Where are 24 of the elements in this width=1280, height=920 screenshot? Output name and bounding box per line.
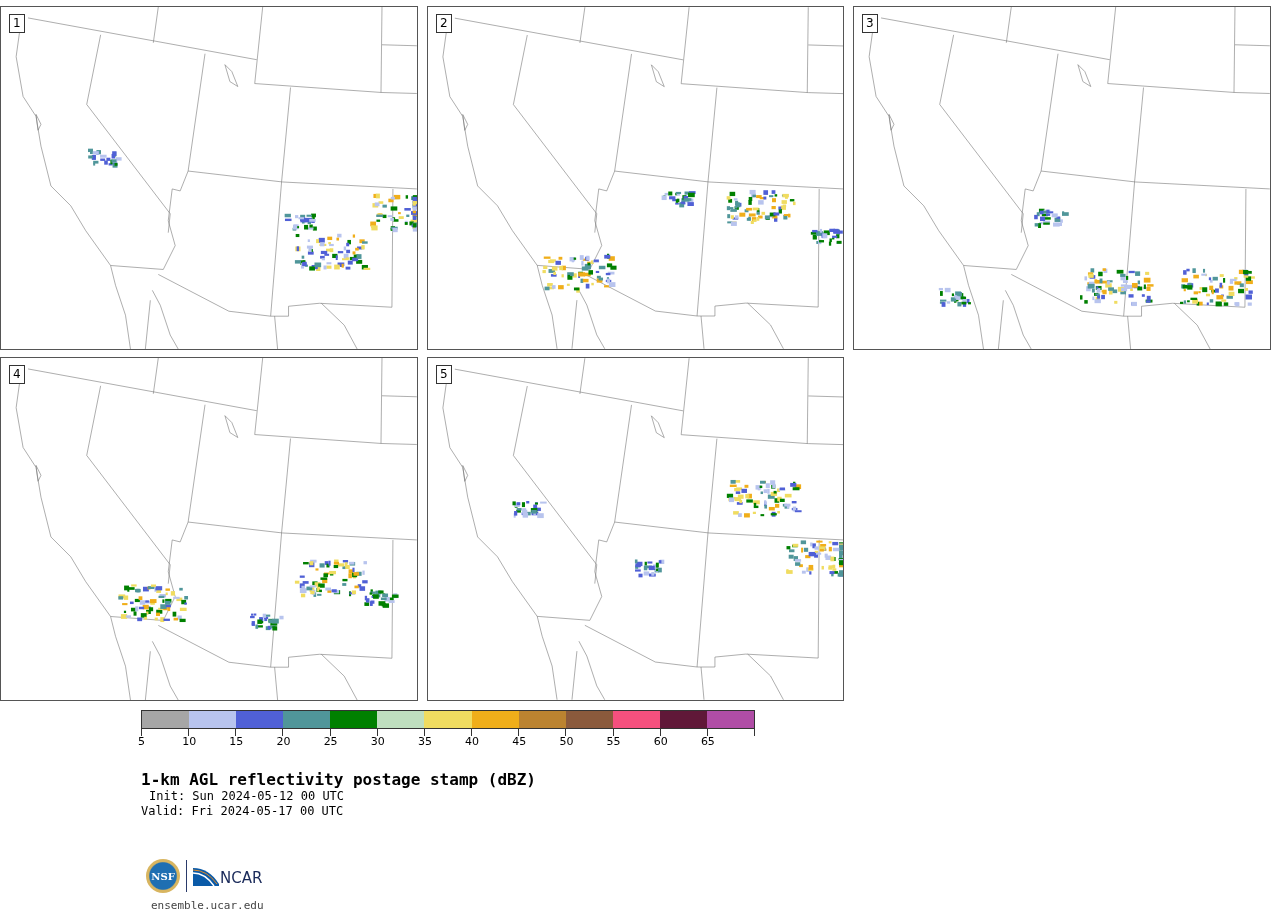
tick-label: 50 — [559, 736, 574, 748]
tick-label: 40 — [465, 736, 480, 748]
tick-label: 45 — [512, 736, 527, 748]
init-time: Init: Sun 2024-05-12 00 UTC — [148, 789, 346, 804]
website-link[interactable]: ensemble.ucar.edu — [141, 899, 264, 912]
chart-title: 1-km AGL reflectivity postage stamp (dBZ) — [141, 771, 537, 789]
tick-label: 10 — [182, 736, 197, 748]
nsf-logo: NSF — [146, 859, 180, 893]
panel-number: 5 — [436, 365, 452, 384]
tick-label: 20 — [276, 736, 291, 748]
panel-number: 4 — [9, 365, 25, 384]
valid-time: Valid: Fri 2024-05-17 00 UTC — [141, 804, 345, 819]
tick-label: 30 — [370, 736, 385, 748]
tick-label: 5 — [138, 736, 145, 748]
panel-number: 3 — [862, 14, 878, 33]
tick-label: 15 — [229, 736, 244, 748]
tick-label: 35 — [417, 736, 432, 748]
panel-number: 1 — [9, 14, 25, 33]
panel-number: 2 — [436, 14, 452, 33]
ncar-logo: NCAR — [193, 866, 263, 886]
tick-label: 65 — [700, 736, 715, 748]
tick-label: 60 — [653, 736, 668, 748]
tick-label: 55 — [606, 736, 621, 748]
tick-label: 25 — [323, 736, 338, 748]
